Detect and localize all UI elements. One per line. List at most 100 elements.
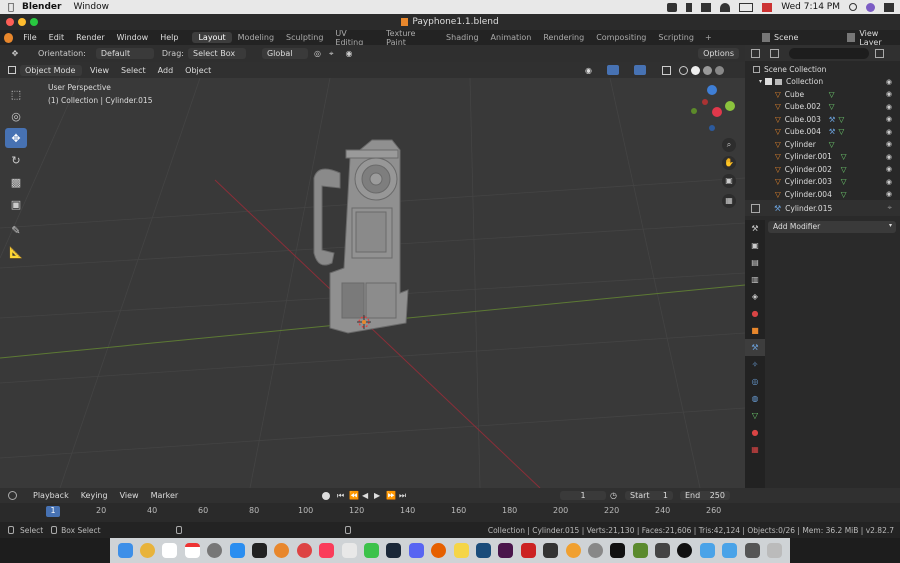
outliner-scene-collection[interactable]: Scene Collection bbox=[745, 63, 900, 76]
timeline-ruler[interactable]: 1 20 40 60 80 100 120 140 160 180 200 22… bbox=[0, 505, 745, 519]
outliner-search-input[interactable] bbox=[789, 47, 869, 59]
tab-compositing[interactable]: Compositing bbox=[590, 32, 652, 43]
system-preferences-icon[interactable] bbox=[587, 543, 603, 558]
end-frame-field[interactable]: End 250 bbox=[680, 491, 730, 500]
view-layer-tab-icon[interactable]: ▥ bbox=[745, 271, 765, 288]
tab-shading[interactable]: Shading bbox=[440, 32, 485, 43]
menu-file[interactable]: File bbox=[17, 33, 42, 42]
notes-icon[interactable] bbox=[453, 543, 469, 558]
preview-icon[interactable] bbox=[341, 543, 357, 558]
view-layer-name[interactable]: View Layer bbox=[859, 29, 900, 47]
outliner-item[interactable]: ▽ Cube.003 ⚒ ▽ ◉ bbox=[745, 113, 900, 126]
material-tab-icon[interactable]: ● bbox=[745, 424, 765, 441]
scene-name[interactable]: Scene bbox=[774, 33, 839, 42]
prev-keyframe-icon[interactable]: ⏪ bbox=[349, 491, 359, 500]
outliner-item[interactable]: ▽ Cylinder.001 ▽ ◉ bbox=[745, 151, 900, 164]
launchpad-icon[interactable] bbox=[207, 543, 223, 558]
finder-icon[interactable] bbox=[117, 543, 133, 558]
orientation-dropdown[interactable]: Default bbox=[95, 48, 154, 59]
transform-tool-icon[interactable]: ✥ bbox=[8, 49, 22, 58]
menu-select[interactable]: Select bbox=[115, 66, 152, 75]
properties-editor-icon[interactable] bbox=[751, 203, 760, 213]
menu-marker[interactable]: Marker bbox=[145, 491, 185, 500]
visibility-eye-icon[interactable]: ◉ bbox=[886, 153, 892, 161]
outliner-item[interactable]: ▽ Cube ▽ ◉ bbox=[745, 88, 900, 101]
messages-icon[interactable] bbox=[363, 543, 379, 558]
scale-tool-icon[interactable]: ▩ bbox=[5, 172, 27, 192]
slack-icon[interactable] bbox=[498, 543, 514, 558]
expand-arrow-icon[interactable]: ▾ bbox=[759, 78, 762, 85]
physics-tab-icon[interactable]: ◎ bbox=[745, 373, 765, 390]
outliner-item[interactable]: ▽ Cube.002 ▽ ◉ bbox=[745, 101, 900, 114]
tab-sculpting[interactable]: Sculpting bbox=[280, 32, 329, 43]
navigation-gizmo[interactable] bbox=[691, 85, 735, 131]
current-frame-field[interactable]: 1 bbox=[560, 491, 606, 500]
visibility-eye-icon[interactable]: ◉ bbox=[886, 128, 892, 136]
xray-icon[interactable] bbox=[662, 65, 671, 75]
output-tab-icon[interactable]: ▤ bbox=[745, 254, 765, 271]
filter-icon[interactable] bbox=[875, 48, 884, 58]
wireframe-shading-icon[interactable] bbox=[679, 65, 688, 75]
blender-dock-icon[interactable] bbox=[274, 543, 290, 558]
mode-dropdown[interactable]: Object Mode bbox=[20, 64, 82, 76]
pin-icon[interactable]: ⌖ bbox=[887, 203, 892, 213]
snap-icon[interactable]: ⌖ bbox=[329, 49, 334, 59]
tab-scripting[interactable]: Scripting bbox=[652, 32, 700, 43]
texture-tab-icon[interactable]: ▦ bbox=[745, 441, 765, 458]
tab-layout[interactable]: Layout bbox=[192, 32, 232, 43]
minimize-window-button[interactable] bbox=[18, 18, 26, 26]
object-tab-icon[interactable]: ■ bbox=[745, 322, 765, 339]
close-window-button[interactable] bbox=[6, 18, 14, 26]
flag-icon[interactable] bbox=[762, 2, 773, 12]
visibility-icon[interactable]: ◉ bbox=[585, 66, 592, 75]
documents-folder-icon[interactable] bbox=[722, 543, 738, 558]
outliner-collection[interactable]: ▾ Collection ◉ bbox=[745, 76, 900, 89]
menu-timeline-view[interactable]: View bbox=[114, 491, 145, 500]
app-name[interactable]: Blender bbox=[22, 2, 61, 12]
transform-orientation-dropdown[interactable]: Global bbox=[261, 48, 308, 59]
tool-tab-icon[interactable]: ⚒ bbox=[745, 220, 765, 237]
pivot-icon[interactable]: ◎ bbox=[314, 49, 321, 58]
checkbox-icon[interactable] bbox=[765, 78, 773, 86]
clock[interactable]: Wed 7:14 PM bbox=[781, 2, 840, 12]
rendered-shading-icon[interactable] bbox=[715, 65, 724, 75]
outliner-item[interactable]: ▽ Cube.004 ⚒ ▽ ◉ bbox=[745, 126, 900, 139]
transform-tool-icon[interactable]: ▣ bbox=[5, 194, 27, 214]
scene-tab-icon[interactable]: ◈ bbox=[745, 288, 765, 305]
world-tab-icon[interactable]: ● bbox=[745, 305, 765, 322]
outliner-editor-icon[interactable] bbox=[751, 48, 760, 58]
annotate-tool-icon[interactable]: ✎ bbox=[5, 220, 27, 240]
data-tab-icon[interactable]: ▽ bbox=[745, 407, 765, 424]
visibility-eye-icon[interactable]: ◉ bbox=[886, 190, 892, 198]
material-shading-icon[interactable] bbox=[703, 65, 712, 75]
activity-icon[interactable] bbox=[655, 543, 671, 558]
blender-logo-icon[interactable] bbox=[4, 32, 14, 43]
add-modifier-dropdown[interactable]: Add Modifier ▾ bbox=[768, 221, 896, 233]
downloads-folder-icon[interactable] bbox=[699, 543, 715, 558]
payphone-model[interactable] bbox=[313, 139, 409, 334]
firefox-icon[interactable] bbox=[431, 543, 447, 558]
options-dropdown[interactable]: Options bbox=[698, 48, 739, 59]
viewport-canvas[interactable] bbox=[0, 78, 745, 488]
record-button[interactable] bbox=[322, 491, 330, 500]
visibility-eye-icon[interactable]: ◉ bbox=[886, 103, 892, 111]
clock-icon[interactable]: ◷ bbox=[610, 491, 617, 500]
gizmo-icon[interactable] bbox=[607, 65, 619, 75]
outliner-item[interactable]: ▽ Cylinder.003 ▽ ◉ bbox=[745, 176, 900, 189]
mac-menu-window[interactable]: Window bbox=[73, 2, 109, 12]
wifi-icon[interactable] bbox=[720, 2, 731, 12]
volume-icon[interactable] bbox=[701, 2, 712, 12]
trash-icon[interactable] bbox=[767, 543, 783, 558]
modifier-tab-icon[interactable]: ⚒ bbox=[745, 339, 765, 356]
jump-end-icon[interactable]: ⏭ bbox=[399, 491, 406, 501]
outliner-item[interactable]: ▽ Cylinder.004 ▽ ◉ bbox=[745, 188, 900, 201]
menu-edit[interactable]: Edit bbox=[43, 33, 71, 42]
unreal-icon[interactable] bbox=[677, 543, 693, 558]
kindle-icon[interactable] bbox=[475, 543, 491, 558]
camera-view-icon[interactable]: ▣ bbox=[722, 174, 736, 188]
menu-keying[interactable]: Keying bbox=[75, 491, 114, 500]
menu-window[interactable]: Window bbox=[111, 33, 155, 42]
display-mode-icon[interactable] bbox=[770, 48, 779, 58]
apple-icon[interactable]:  bbox=[0, 2, 22, 13]
current-frame-marker[interactable]: 1 bbox=[46, 506, 60, 517]
